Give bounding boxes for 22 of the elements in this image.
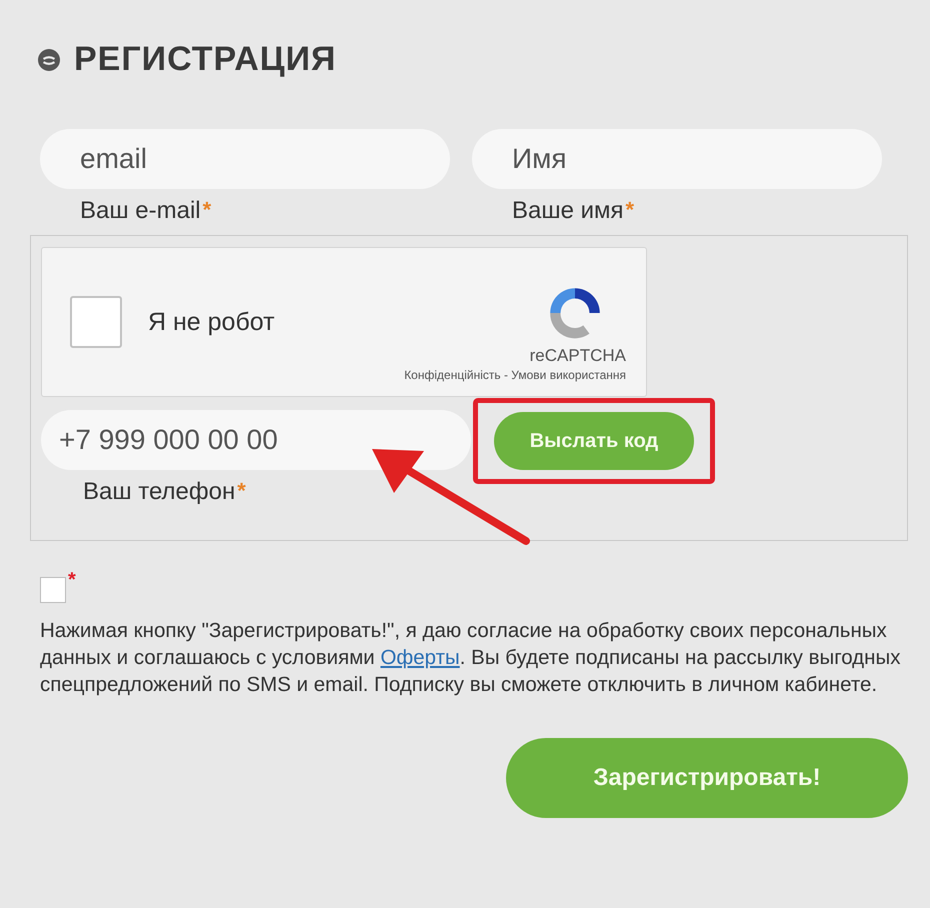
field-label: Ваш телефон	[83, 478, 236, 505]
input-field[interactable]: email	[40, 129, 450, 189]
required-mark: *	[626, 197, 634, 222]
page-title: РЕГИСТРАЦИЯ	[74, 40, 336, 79]
required-mark: *	[68, 569, 76, 592]
field-label: Ваш e-mail	[80, 197, 201, 224]
phone-field[interactable]: +7 999 000 00 00	[41, 410, 471, 470]
field-label: Ваше имя	[512, 197, 624, 224]
register-button[interactable]: Зарегистрировать!	[506, 738, 908, 818]
arrow-icon	[372, 449, 530, 545]
send-code-button[interactable]: Выслать код	[494, 412, 694, 470]
captcha-label: Я не робот	[148, 308, 276, 336]
required-mark: *	[202, 197, 212, 222]
input-field[interactable]: Имя	[472, 129, 882, 189]
logo-icon	[38, 48, 60, 70]
offer-link[interactable]: Оферты	[380, 646, 460, 669]
recaptcha-brand: reCAPTCHA	[530, 346, 626, 366]
consent-checkbox[interactable]	[40, 577, 66, 603]
consent-text: Нажимая кнопку "Зарегистрировать!", я даю согласие на обработку своих персональных данных и соглашаюсь с условиями Оферты. Вы будете подписаны на рассылку выгодных спецпредложений по SMS и email. Подписку вы сможете отключить в личном кабинете.	[40, 618, 902, 698]
captcha-checkbox[interactable]	[70, 296, 122, 348]
captcha-footer-links[interactable]: Конфіденційність - Умови використання	[404, 368, 626, 382]
required-mark: *	[237, 478, 246, 503]
